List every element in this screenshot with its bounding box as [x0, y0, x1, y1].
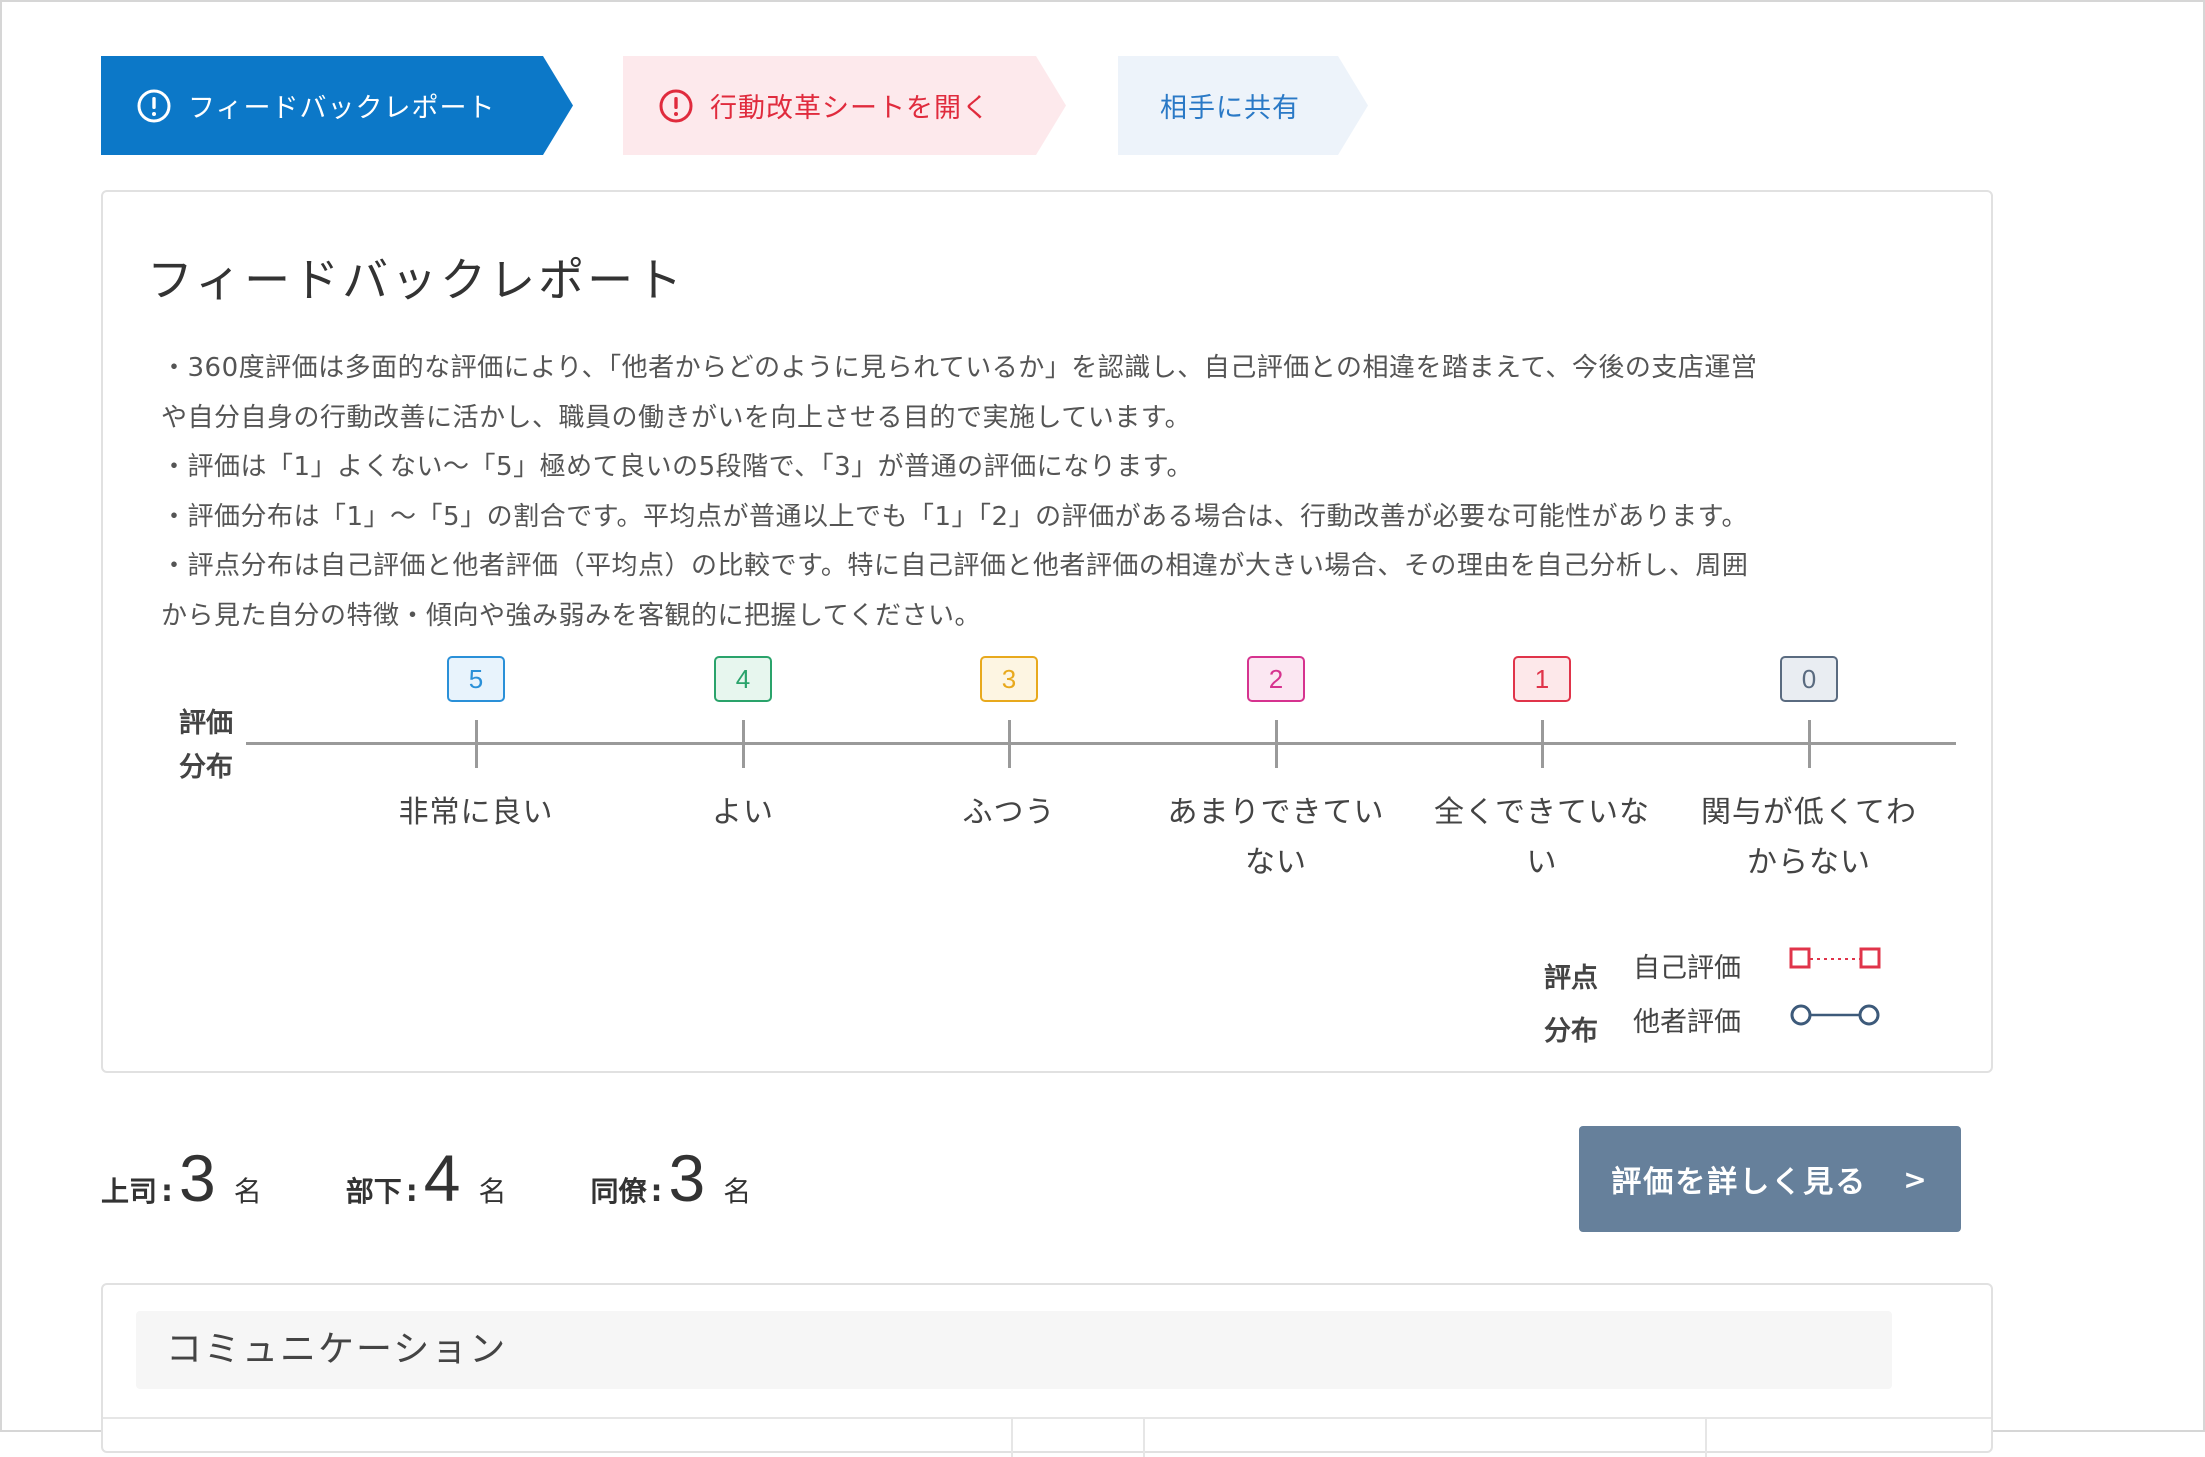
- count-unit: 名: [233, 1175, 262, 1208]
- alert-circle-icon: [658, 88, 694, 124]
- section-title: コミュニケーション: [166, 1329, 508, 1370]
- scale-axis: [246, 742, 1956, 745]
- count-colon: :: [405, 1174, 418, 1209]
- scale-label-line: い: [1526, 845, 1558, 880]
- legend-title-line: 評点: [1544, 963, 1598, 994]
- scale-tick: [742, 720, 745, 768]
- count-unit: 名: [478, 1175, 507, 1208]
- scale-label-line: からない: [1747, 845, 1871, 880]
- count-subordinate: 部下 : 4 名: [346, 1145, 507, 1211]
- scale-label: 評価 分布: [174, 702, 238, 790]
- description-line: ・評価分布は「1」〜「5」の割合です。平均点が普通以上でも「1」「2」の評価があ…: [161, 501, 1748, 532]
- description-line: ・評点分布は自己評価と他者評価（平均点）の比較です。特に自己評価と他者評価の相違…: [161, 551, 1749, 581]
- scale-tick: [1008, 720, 1011, 768]
- scale-badge-2: 2: [1247, 656, 1305, 702]
- dotted-square-line-icon: [1789, 947, 1881, 969]
- legend-self-label: 自己評価: [1633, 953, 1741, 984]
- scale-label-line: ふつう: [962, 795, 1056, 830]
- count-value: 3: [179, 1141, 216, 1215]
- step-share[interactable]: 相手に共有: [1118, 56, 1368, 155]
- column-divider: [1143, 1417, 1145, 1457]
- report-title: フィードバックレポート: [147, 253, 686, 307]
- scale-badge-0: 0: [1780, 656, 1838, 702]
- scale-tick: [1808, 720, 1811, 768]
- step-label: フィードバックレポート: [188, 93, 496, 124]
- scale-label-line: 全くできていな: [1433, 795, 1651, 830]
- scale-label-1: 全くできていない: [1422, 788, 1662, 888]
- report-description: ・360度評価は多面的な評価により、「他者からどのように見られているか」を認識し…: [161, 344, 1951, 641]
- legend-title: 評点 分布: [1536, 952, 1606, 1058]
- legend-title-line: 分布: [1544, 1016, 1598, 1047]
- step-label: 相手に共有: [1160, 93, 1300, 124]
- scale-tick: [1541, 720, 1544, 768]
- scale-label-line: あまりできてい: [1167, 795, 1385, 830]
- scale-badge-1: 1: [1513, 656, 1571, 702]
- column-divider: [1705, 1417, 1707, 1457]
- view-details-button[interactable]: 評価を詳しく見る >: [1579, 1126, 1961, 1232]
- description-line: ・評価は「1」よくない〜「5」極めて良いの5段階で、「3」が普通の評価になります…: [161, 452, 1194, 482]
- scale-label-line: 非常に良い: [398, 795, 554, 830]
- count-value: 3: [668, 1141, 706, 1215]
- description-line: や自分自身の行動改善に活かし、職員の働きがいを向上させる目的で実施しています。: [161, 402, 1192, 433]
- step-feedback-report[interactable]: フィードバックレポート: [101, 56, 573, 155]
- scale-label-line: よい: [712, 795, 774, 830]
- count-unit: 名: [723, 1175, 752, 1208]
- description-line: ・360度評価は多面的な評価により、「他者からどのように見られているか」を認識し…: [161, 353, 1758, 383]
- circle-line-icon: [1790, 1004, 1880, 1026]
- scale-badge-5: 5: [447, 656, 505, 702]
- section-header: コミュニケーション: [136, 1311, 1892, 1389]
- count-label: 上司: [101, 1175, 158, 1208]
- scale-tick: [1275, 720, 1278, 768]
- chevron-right-icon: >: [1903, 1162, 1929, 1196]
- scale-badge-3: 3: [980, 656, 1038, 702]
- scale-label-5: 非常に良い: [356, 788, 596, 838]
- count-superior: 上司 : 3 名: [101, 1145, 262, 1211]
- scale-label-2: あまりできてい ない: [1156, 788, 1396, 888]
- count-label: 部下: [345, 1175, 402, 1208]
- count-label: 同僚: [590, 1175, 647, 1208]
- column-divider: [1011, 1417, 1013, 1457]
- feedback-report-card: フィードバックレポート ・360度評価は多面的な評価により、「他者からどのように…: [101, 190, 1993, 1073]
- communication-section: コミュニケーション: [101, 1283, 1993, 1457]
- scale-label-line: 分布: [179, 752, 233, 783]
- view-details-label: 評価を詳しく見る: [1611, 1165, 1868, 1200]
- evaluator-counts: 上司 : 3 名 部下 : 4 名 同僚 : 3 名: [101, 1145, 835, 1211]
- scale-tick: [475, 720, 478, 768]
- section-divider: [103, 1417, 1991, 1419]
- scale-label-4: よい: [623, 788, 863, 838]
- scale-label-line: ない: [1245, 845, 1307, 880]
- description-line: から見た自分の特徴・傾向や強み弱みを客観的に把握してください。: [161, 600, 981, 631]
- count-colon: :: [650, 1174, 663, 1209]
- scale-badge-4: 4: [714, 656, 772, 702]
- scale-label-3: ふつう: [889, 788, 1129, 838]
- legend-others-label: 他者評価: [1633, 1007, 1741, 1038]
- count-colon: :: [161, 1174, 174, 1209]
- step-label: 行動改革シートを開く: [710, 93, 990, 124]
- count-value: 4: [423, 1141, 461, 1215]
- scale-label-line: 評価: [179, 708, 233, 739]
- scale-label-line: 関与が低くてわ: [1700, 795, 1918, 830]
- count-peer: 同僚 : 3 名: [591, 1145, 752, 1211]
- scale-label-0: 関与が低くてわ からない: [1689, 788, 1929, 888]
- alert-circle-icon: [136, 88, 172, 124]
- step-open-action-sheet[interactable]: 行動改革シートを開く: [623, 56, 1066, 155]
